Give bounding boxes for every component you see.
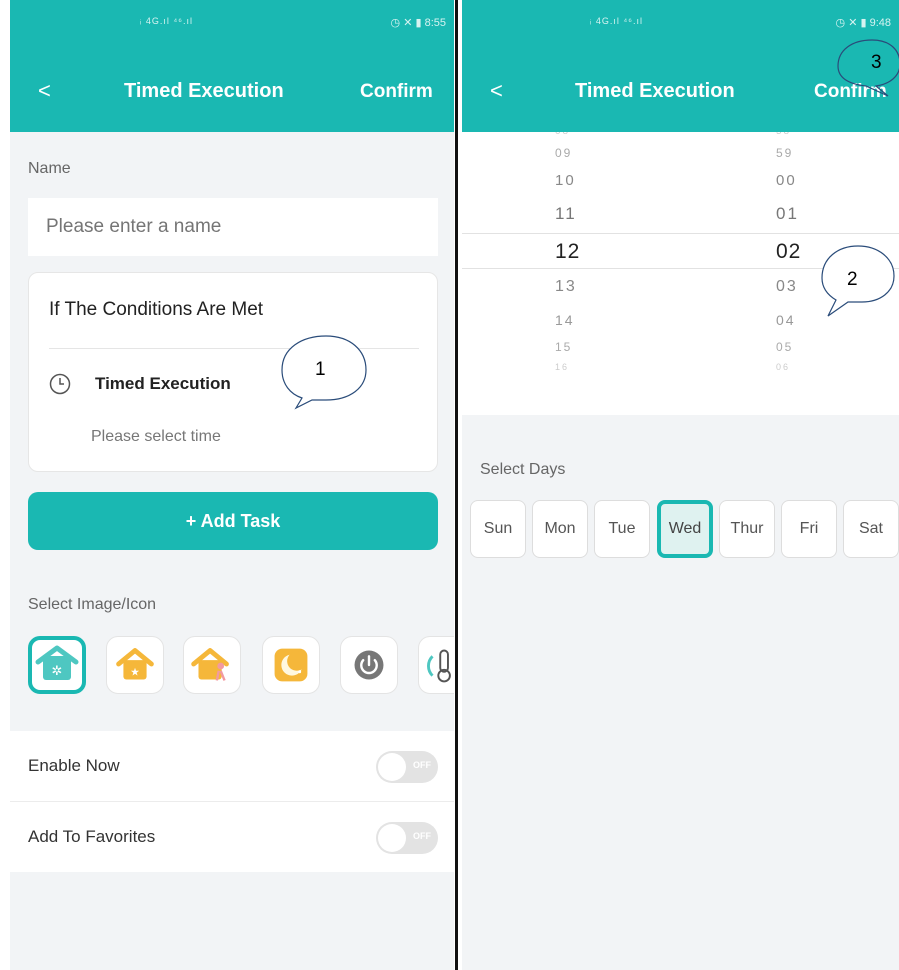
- status-right: ◷ ✕ ▮ 8:55: [390, 17, 446, 29]
- power-icon[interactable]: [340, 636, 398, 694]
- day-button-wed[interactable]: Wed: [657, 500, 713, 558]
- callout-number: 1: [315, 359, 326, 380]
- callout-bubble-2: 2: [812, 244, 898, 318]
- toggle-off-text: OFF: [413, 760, 431, 770]
- status-bar: ᵢ 4G.ıl ⁴⁶.ıl ◷ ✕ ▮ 8:55: [10, 0, 454, 50]
- day-button-sun[interactable]: Sun: [470, 500, 526, 558]
- select-days-label: Select Days: [480, 461, 566, 478]
- day-button-sat[interactable]: Sat: [843, 500, 899, 558]
- condition-title: If The Conditions Are Met: [49, 299, 264, 320]
- thermometer-icon[interactable]: [418, 636, 454, 694]
- status-right: ◷ ✕ ▮ 9:48: [835, 17, 891, 29]
- callout-bubble-1: 1: [270, 334, 370, 410]
- enable-now-toggle[interactable]: OFF: [376, 751, 438, 783]
- minute-option[interactable]: 06: [776, 362, 790, 372]
- hour-option[interactable]: 11: [555, 204, 577, 224]
- day-button-mon[interactable]: Mon: [532, 500, 588, 558]
- minute-option[interactable]: 00: [776, 172, 797, 189]
- left-screen: ᵢ 4G.ıl ⁴⁶.ıl ◷ ✕ ▮ 8:55 < Timed Executi…: [10, 0, 454, 970]
- house-star-icon[interactable]: ★: [106, 636, 164, 694]
- minute-option[interactable]: 03: [776, 278, 798, 296]
- add-to-favorites-toggle[interactable]: OFF: [376, 822, 438, 854]
- add-to-favorites-row: Add To Favorites OFF: [10, 802, 454, 872]
- add-task-button[interactable]: + Add Task: [28, 492, 438, 550]
- moon-icon[interactable]: [262, 636, 320, 694]
- enable-now-label: Enable Now: [28, 756, 120, 775]
- day-button-thur[interactable]: Thur: [719, 500, 775, 558]
- toggle-off-text: OFF: [413, 831, 431, 841]
- app-header: < Timed Execution Confirm: [10, 50, 454, 132]
- back-button[interactable]: <: [38, 78, 51, 104]
- hour-option[interactable]: 09: [555, 146, 572, 160]
- selected-hour[interactable]: 12: [555, 240, 580, 264]
- minute-option[interactable]: 05: [776, 340, 793, 354]
- page-title: Timed Execution: [575, 80, 735, 102]
- add-to-favorites-label: Add To Favorites: [28, 827, 156, 846]
- callout-number: 3: [871, 52, 882, 73]
- page-title: Timed Execution: [124, 80, 284, 102]
- hour-option[interactable]: 13: [555, 278, 577, 296]
- timed-execution-item[interactable]: Timed Execution: [95, 374, 231, 394]
- select-time-hint[interactable]: Please select time: [91, 428, 221, 446]
- divider: [455, 0, 458, 970]
- minute-option[interactable]: 59: [776, 146, 793, 160]
- minute-option[interactable]: 04: [776, 312, 796, 328]
- house-snowflake-icon[interactable]: ✲: [28, 636, 86, 694]
- hour-option[interactable]: 10: [555, 172, 576, 189]
- signal-icon: ᵢ 4G.ıl ⁴⁶.ıl: [590, 16, 643, 26]
- clock-icon: [49, 373, 71, 395]
- toggle-knob: [378, 753, 406, 781]
- back-button[interactable]: <: [490, 78, 503, 104]
- enable-now-row: Enable Now OFF: [10, 731, 454, 801]
- toggle-knob: [378, 824, 406, 852]
- hour-option[interactable]: 16: [555, 362, 569, 372]
- house-person-icon[interactable]: [183, 636, 241, 694]
- svg-text:★: ★: [130, 667, 140, 679]
- condition-card: If The Conditions Are Met Timed Executio…: [28, 272, 438, 472]
- hour-option[interactable]: 14: [555, 312, 575, 328]
- hour-option[interactable]: 08: [555, 132, 570, 137]
- callout-number: 2: [847, 269, 858, 290]
- day-button-fri[interactable]: Fri: [781, 500, 837, 558]
- day-button-tue[interactable]: Tue: [594, 500, 650, 558]
- minute-option[interactable]: 58: [776, 132, 791, 137]
- svg-text:✲: ✲: [52, 663, 63, 678]
- minute-option[interactable]: 01: [776, 204, 799, 224]
- right-screen: ᵢ 4G.ıl ⁴⁶.ıl ◷ ✕ ▮ 9:48 < Timed Executi…: [462, 0, 899, 970]
- hour-option[interactable]: 15: [555, 340, 572, 354]
- selected-minute[interactable]: 02: [776, 240, 801, 264]
- signal-icon: ᵢ 4G.ıl ⁴⁶.ıl: [140, 16, 193, 26]
- select-image-label: Select Image/Icon: [28, 596, 157, 613]
- name-input[interactable]: [28, 198, 438, 256]
- name-label: Name: [28, 160, 71, 177]
- callout-bubble-3: 3: [830, 38, 899, 98]
- confirm-button[interactable]: Confirm: [360, 81, 433, 103]
